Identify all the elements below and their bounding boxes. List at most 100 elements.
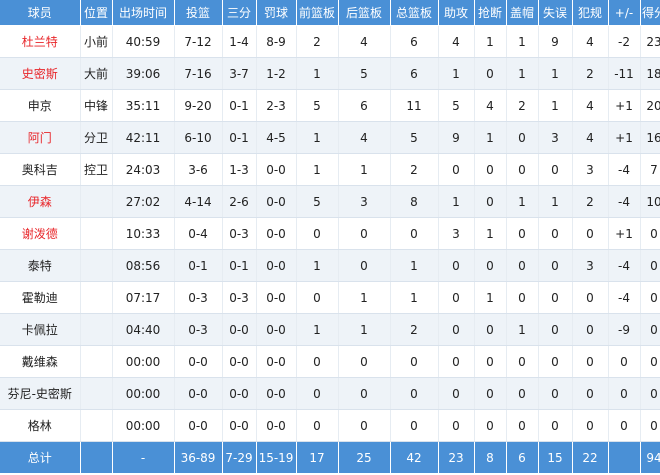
player-oreb: 0 [296,409,339,442]
player-name[interactable]: 阿门 [0,121,81,154]
player-name[interactable]: 芬尼-史密斯 [0,377,81,410]
col-header-blk[interactable]: 盖帽 [506,0,539,26]
player-tov: 1 [538,185,573,218]
player-reb: 2 [390,313,439,346]
player-3pt: 2-6 [222,185,257,218]
player-blk: 0 [506,409,539,442]
totals-pf: 22 [572,441,609,473]
player-fg: 0-3 [174,281,223,314]
player-stl: 0 [474,185,507,218]
player-stl: 1 [474,25,507,58]
player-stl: 0 [474,377,507,410]
player-name[interactable]: 谢泼德 [0,217,81,250]
col-header-tov[interactable]: 失误 [538,0,573,26]
player-position [80,281,113,314]
player-name[interactable]: 史密斯 [0,57,81,90]
player-name[interactable]: 霍勒迪 [0,281,81,314]
player-reb: 5 [390,121,439,154]
player-minutes: 07:17 [112,281,175,314]
player-stl: 0 [474,153,507,186]
col-header-stl[interactable]: 抢断 [474,0,507,26]
player-name[interactable]: 奥科吉 [0,153,81,186]
col-header-fg[interactable]: 投篮 [174,0,223,26]
player-3pt: 0-1 [222,89,257,122]
col-header-position[interactable]: 位置 [80,0,113,26]
player-pf: 2 [572,57,609,90]
player-stl: 1 [474,281,507,314]
player-name[interactable]: 申京 [0,89,81,122]
player-tov: 0 [538,377,573,410]
player-minutes: 42:11 [112,121,175,154]
col-header-plus-minus[interactable]: +/- [608,0,641,26]
player-name[interactable]: 格林 [0,409,81,442]
totals-min: - [112,441,175,473]
col-header-dreb[interactable]: 后篮板 [338,0,391,26]
player-ft: 2-3 [256,89,297,122]
player-reb: 1 [390,249,439,282]
col-header-ast[interactable]: 助攻 [438,0,475,26]
player-3pt: 1-3 [222,153,257,186]
player-name[interactable]: 戴维森 [0,345,81,378]
player-pf: 4 [572,89,609,122]
player-position: 控卫 [80,153,113,186]
player-plus-minus: -4 [608,249,641,282]
player-3pt: 3-7 [222,57,257,90]
col-header-pts[interactable]: 得分 [640,0,660,26]
player-pf: 0 [572,281,609,314]
player-3pt: 0-3 [222,281,257,314]
player-3pt: 0-1 [222,249,257,282]
player-blk: 1 [506,313,539,346]
player-minutes: 08:56 [112,249,175,282]
player-minutes: 00:00 [112,345,175,378]
col-header-ft[interactable]: 罚球 [256,0,297,26]
table-row: 奥科吉 控卫 24:03 3-6 1-3 0-0 1 1 2 0 0 0 0 3 -4 7 [0,153,660,186]
col-header-minutes[interactable]: 出场时间 [112,0,175,26]
player-dreb: 3 [338,185,391,218]
col-header-pf[interactable]: 犯规 [572,0,609,26]
header-row: 球员 位置 出场时间 投篮 三分 罚球 前篮板 后篮板 总篮板 助攻 抢断 盖帽… [0,0,660,26]
table-row: 申京中锋35:119-200-12-3561154214+120 [0,89,660,122]
player-dreb: 0 [338,217,391,250]
player-oreb: 1 [296,313,339,346]
player-blk: 0 [506,377,539,410]
player-ft: 0-0 [256,217,297,250]
player-dreb: 0 [338,409,391,442]
col-header-player[interactable]: 球员 [0,0,81,26]
player-tov: 0 [538,313,573,346]
player-name[interactable]: 泰特 [0,249,81,282]
player-3pt: 0-1 [222,121,257,154]
table-row: 霍勒迪 07:17 0-3 0-3 0-0 0 1 1 0 1 0 0 0 -4 0 [0,281,660,314]
player-dreb: 5 [338,57,391,90]
player-ast: 1 [438,57,475,90]
player-name[interactable]: 卡佩拉 [0,313,81,346]
player-name[interactable]: 伊森 [0,185,81,218]
player-reb: 6 [390,57,439,90]
player-ast: 0 [438,153,475,186]
col-header-reb[interactable]: 总篮板 [390,0,439,26]
player-3pt: 0-0 [222,409,257,442]
player-plus-minus: 0 [608,377,641,410]
player-oreb: 1 [296,153,339,186]
col-header-3pt[interactable]: 三分 [222,0,257,26]
player-stl: 0 [474,345,507,378]
player-ast: 3 [438,217,475,250]
player-tov: 0 [538,281,573,314]
player-tov: 3 [538,121,573,154]
table-row: 戴维森 00:00 0-0 0-0 0-0 0 0 0 0 0 0 0 0 0 0 [0,345,660,378]
player-dreb: 1 [338,313,391,346]
player-name[interactable]: 杜兰特 [0,25,81,58]
player-ft: 0-0 [256,313,297,346]
box-score-table: 球员 位置 出场时间 投篮 三分 罚球 前篮板 后篮板 总篮板 助攻 抢断 盖帽… [0,0,660,473]
col-header-oreb[interactable]: 前篮板 [296,0,339,26]
player-3pt: 0-0 [222,377,257,410]
totals-tov: 15 [538,441,573,473]
player-pf: 0 [572,217,609,250]
player-tov: 0 [538,217,573,250]
player-fg: 0-1 [174,249,223,282]
player-pts: 0 [640,313,660,346]
player-oreb: 1 [296,121,339,154]
player-reb: 0 [390,409,439,442]
player-position [80,217,113,250]
player-minutes: 27:02 [112,185,175,218]
player-oreb: 2 [296,25,339,58]
